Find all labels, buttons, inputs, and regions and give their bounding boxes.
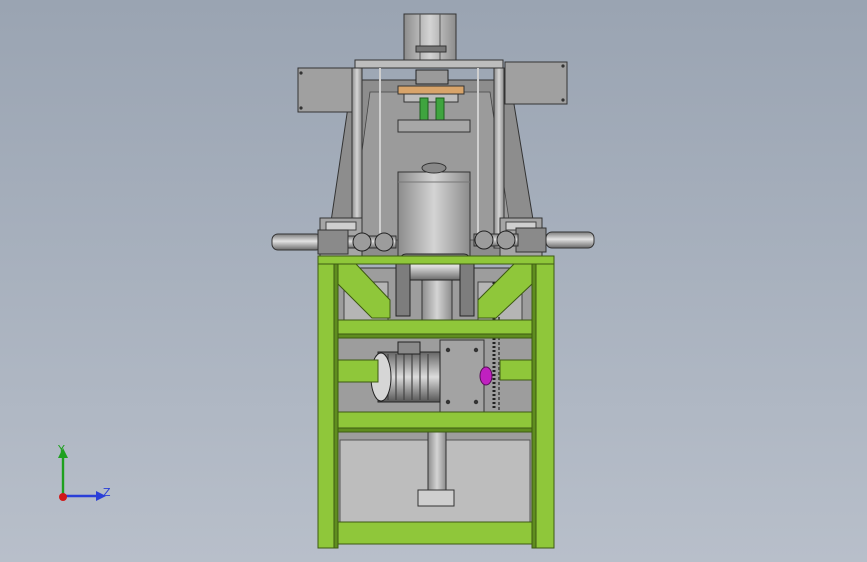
right-ear-plate xyxy=(504,61,568,105)
axis-orientation-triad xyxy=(58,448,106,501)
left-ear-plate xyxy=(297,67,361,113)
top-motor-housing xyxy=(403,13,457,63)
x-axis-origin xyxy=(59,493,67,501)
machine-assembly-model[interactable] xyxy=(0,0,867,562)
cad-3d-viewport[interactable]: Y Z xyxy=(0,0,867,562)
gearbox-plate xyxy=(439,339,493,413)
z-axis-label: Z xyxy=(103,486,111,499)
y-axis-label: Y xyxy=(58,443,65,456)
carriage-block xyxy=(397,162,471,257)
